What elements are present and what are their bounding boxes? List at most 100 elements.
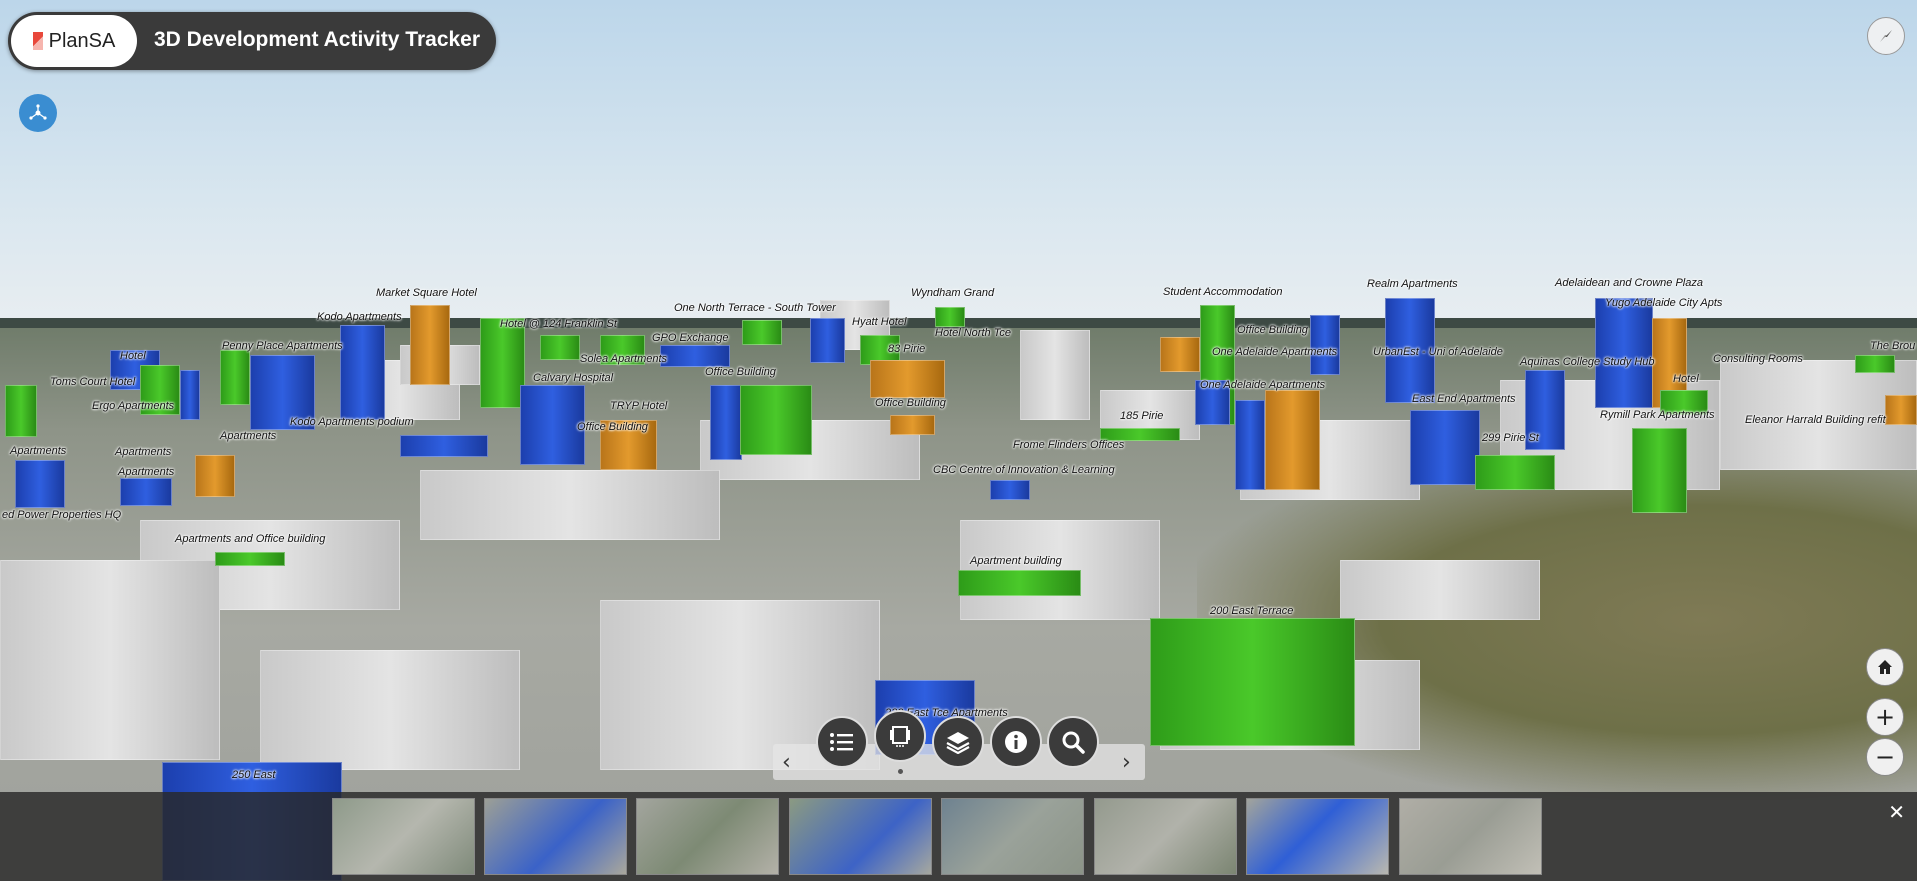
development-building[interactable] <box>1310 315 1340 375</box>
development-building[interactable] <box>5 385 37 437</box>
development-building[interactable] <box>740 385 812 455</box>
map-label[interactable]: TRYP Hotel <box>610 400 667 412</box>
map-label[interactable]: Apartments <box>118 466 174 478</box>
map-label[interactable]: Hotel @ 124 Franklin St <box>500 318 617 330</box>
map-label[interactable]: Office Building <box>705 366 776 378</box>
development-building[interactable] <box>540 335 580 360</box>
development-building[interactable] <box>810 318 845 363</box>
development-building[interactable] <box>1632 428 1687 513</box>
map-label[interactable]: Office Building <box>1237 324 1308 336</box>
map-label[interactable]: East End Apartments <box>1412 393 1516 405</box>
map-label[interactable]: Consulting Rooms <box>1713 353 1803 365</box>
map-label[interactable]: One Adelaide Apartments <box>1212 346 1337 358</box>
map-label[interactable]: 83 Pirie <box>888 343 925 355</box>
map-label[interactable]: Eleanor Harrald Building refit <box>1745 414 1886 426</box>
map-label[interactable]: Wyndham Grand <box>911 287 994 299</box>
development-building[interactable] <box>180 370 200 420</box>
development-building[interactable] <box>1885 395 1917 425</box>
development-building[interactable] <box>400 435 488 457</box>
map-label[interactable]: Hotel <box>1673 373 1699 385</box>
development-building[interactable] <box>1160 337 1200 372</box>
map-label[interactable]: Adelaidean and Crowne Plaza <box>1555 277 1703 289</box>
development-building[interactable] <box>1150 618 1355 746</box>
map-label[interactable]: Apartments <box>10 445 66 457</box>
development-building[interactable] <box>195 455 235 497</box>
map-label[interactable]: Kodo Apartments <box>317 311 402 323</box>
development-building[interactable] <box>990 480 1030 500</box>
map-label[interactable]: Apartment building <box>970 555 1062 567</box>
development-building[interactable] <box>660 345 730 367</box>
development-building[interactable] <box>410 305 450 385</box>
development-building[interactable] <box>15 460 65 508</box>
plansa-logo[interactable]: PlanSA <box>11 15 137 67</box>
map-label[interactable]: Apartments and Office building <box>175 533 325 545</box>
map-label[interactable]: Hyatt Hotel <box>852 316 906 328</box>
development-building[interactable] <box>1475 455 1555 490</box>
map-label[interactable]: UrbanEst - Uni of Adelaide <box>1373 346 1503 358</box>
map-label[interactable]: Realm Apartments <box>1367 278 1458 290</box>
legend-button[interactable] <box>816 716 868 768</box>
map-label[interactable]: Rymill Park Apartments <box>1600 409 1715 421</box>
home-button[interactable] <box>1866 648 1904 686</box>
map-label[interactable]: Calvary Hospital <box>533 372 613 384</box>
development-building[interactable] <box>480 318 525 408</box>
development-building[interactable] <box>890 415 935 435</box>
map-label[interactable]: Student Accommodation <box>1163 286 1282 298</box>
toolbar-next-button[interactable]: › <box>1122 750 1131 775</box>
zoom-in-button[interactable]: + <box>1866 698 1904 736</box>
map-label[interactable]: Apartments <box>220 430 276 442</box>
zoom-out-button[interactable]: − <box>1866 738 1904 776</box>
map-label[interactable]: Solea Apartments <box>580 353 667 365</box>
map-label[interactable]: 250 East <box>232 769 275 781</box>
map-label[interactable]: CBC Centre of Innovation & Learning <box>933 464 1115 476</box>
map-label[interactable]: The Brou <box>1870 340 1915 352</box>
development-building[interactable] <box>710 385 742 460</box>
compass-button[interactable] <box>1867 17 1905 55</box>
search-button[interactable] <box>1047 716 1099 768</box>
map-label[interactable]: Penny Place Apartments <box>222 340 343 352</box>
development-building[interactable] <box>1595 298 1653 408</box>
development-building[interactable] <box>742 320 782 345</box>
map-label[interactable]: Office Building <box>875 397 946 409</box>
slide-thumbnail[interactable] <box>1094 798 1237 875</box>
development-building[interactable] <box>340 325 385 420</box>
map-label[interactable]: 200 East Terrace <box>1210 605 1293 617</box>
map-label[interactable]: Office Building <box>577 421 648 433</box>
development-building[interactable] <box>935 307 965 327</box>
map-label[interactable]: Apartments <box>115 446 171 458</box>
share-network-button[interactable] <box>19 94 57 132</box>
close-filmstrip-button[interactable]: ✕ <box>1888 800 1905 824</box>
map-label[interactable]: ed Power Properties HQ <box>2 509 121 521</box>
development-building[interactable] <box>215 552 285 566</box>
development-building[interactable] <box>1410 410 1480 485</box>
slide-thumbnail[interactable] <box>1399 798 1542 875</box>
toolbar-prev-button[interactable]: ‹ <box>782 750 791 775</box>
slide-thumbnail[interactable] <box>332 798 475 875</box>
development-building[interactable] <box>1855 355 1895 373</box>
slide-thumbnail[interactable] <box>484 798 627 875</box>
map-label[interactable]: 299 Pirie St <box>1482 432 1539 444</box>
info-button[interactable] <box>990 716 1042 768</box>
map-label[interactable]: Hotel North Tce <box>935 327 1011 339</box>
development-building[interactable] <box>1235 400 1265 490</box>
development-building[interactable] <box>520 385 585 465</box>
map-label[interactable]: One North Terrace - South Tower <box>674 302 836 314</box>
map-label[interactable]: GPO Exchange <box>652 332 728 344</box>
development-building[interactable] <box>120 478 172 506</box>
map-label[interactable]: One Adelaide Apartments <box>1200 379 1325 391</box>
map-label[interactable]: Toms Court Hotel <box>50 376 135 388</box>
development-building[interactable] <box>870 360 945 398</box>
map-label[interactable]: Hotel <box>120 350 146 362</box>
layers-button[interactable] <box>932 716 984 768</box>
development-building[interactable] <box>958 570 1081 596</box>
map-label[interactable]: Market Square Hotel <box>376 287 477 299</box>
map-label[interactable]: Aquinas College Study Hub <box>1520 356 1655 368</box>
map-label[interactable]: Kodo Apartments podium <box>290 416 414 428</box>
slide-thumbnail[interactable] <box>1246 798 1389 875</box>
map-label[interactable]: Ergo Apartments <box>92 400 174 412</box>
map-label[interactable]: Yugo Adelaide City Apts <box>1605 297 1722 309</box>
slide-thumbnail[interactable] <box>789 798 932 875</box>
slide-thumbnail[interactable] <box>636 798 779 875</box>
slides-button[interactable] <box>874 710 926 762</box>
development-building[interactable] <box>220 350 250 405</box>
